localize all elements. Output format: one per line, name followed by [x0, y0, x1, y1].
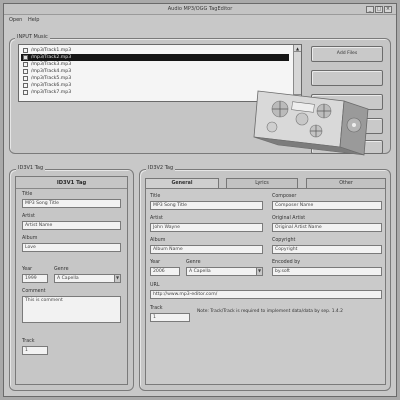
v2-url-label: URL: [150, 283, 160, 288]
list-item[interactable]: /mp3/Track1.mp3: [21, 47, 289, 54]
input-music-label: INPUT Music: [15, 34, 50, 40]
checkbox[interactable]: [23, 55, 28, 60]
tab-general[interactable]: General: [145, 178, 219, 188]
v2-album-label: Album: [150, 238, 166, 243]
v2-orig-artist-label: Original Artist: [272, 216, 306, 221]
v2-encoded-field[interactable]: by.soft: [272, 267, 382, 276]
v2-title-label: Title: [150, 194, 161, 199]
app-window: Audio MP3/OGG TagEditor _ □ × Open Help …: [3, 3, 397, 397]
v2-orig-artist-field[interactable]: Original Artist Name: [272, 223, 382, 232]
tab-lyrics[interactable]: Lyrics: [226, 178, 298, 188]
v1-genre-label: Genre: [54, 267, 69, 272]
close-button[interactable]: ×: [384, 6, 392, 13]
list-item-selected[interactable]: /mp3/Track2.mp3: [21, 54, 289, 61]
v2-year-label: Year: [150, 260, 161, 265]
v1-album-field[interactable]: Love: [22, 243, 121, 252]
v1-comment-label: Comment: [22, 289, 46, 294]
minimize-button[interactable]: _: [366, 6, 374, 13]
id3v1-group-label: ID3V1 Tag: [16, 165, 46, 171]
title-bar: Audio MP3/OGG TagEditor _ □ ×: [4, 4, 396, 15]
v1-title-label: Title: [22, 192, 33, 197]
list-item[interactable]: /mp3/Track7.mp3: [21, 89, 289, 96]
list-item[interactable]: /mp3/Track6.mp3: [21, 82, 289, 89]
id3v2-group-label: ID3V2 Tag: [146, 165, 176, 171]
menu-open[interactable]: Open: [9, 17, 22, 23]
v2-composer-field[interactable]: Composer Name: [272, 201, 382, 210]
v1-comment-field[interactable]: This is comment: [22, 296, 121, 323]
v1-album-label: Album: [22, 236, 38, 241]
menu-help[interactable]: Help: [28, 17, 39, 23]
tab-other[interactable]: Other: [306, 178, 386, 188]
add-files-button[interactable]: Add Files: [311, 46, 383, 62]
v2-genre-select[interactable]: A Capella ▼: [186, 267, 263, 276]
v1-title-field[interactable]: MP3 Song Title: [22, 199, 121, 208]
v2-track-note: Note: Track/Track is required to impleme…: [197, 309, 343, 314]
v2-track-label: Track: [150, 306, 163, 311]
v2-url-field[interactable]: http://www.mp3-editor.com/: [150, 290, 382, 299]
v1-genre-select[interactable]: A Capella ▼: [54, 274, 121, 283]
v1-artist-field[interactable]: Artist Name: [22, 221, 121, 230]
action-button-2[interactable]: [311, 70, 383, 86]
v2-genre-label: Genre: [186, 260, 201, 265]
v1-year-label: Year: [22, 267, 33, 272]
v2-artist-label: Artist: [150, 216, 163, 221]
v2-copyright-label: Copyright: [272, 238, 296, 243]
list-item[interactable]: /mp3/Track4.mp3: [21, 68, 289, 75]
v2-artist-field[interactable]: John Wayne: [150, 223, 263, 232]
tab-panel-general: [145, 188, 386, 385]
window-title: Audio MP3/OGG TagEditor: [167, 6, 233, 12]
software-box-icon: [253, 90, 369, 156]
chevron-down-icon[interactable]: ▼: [256, 268, 262, 275]
checkbox[interactable]: [23, 62, 28, 67]
menu-bar: Open Help: [4, 15, 396, 25]
v2-encoded-label: Encoded by: [272, 260, 301, 265]
list-item[interactable]: /mp3/Track5.mp3: [21, 75, 289, 82]
product-box-image: [250, 89, 375, 167]
v2-composer-label: Composer: [272, 194, 297, 199]
id3v1-header: ID3V1 Tag: [16, 177, 127, 189]
maximize-button[interactable]: □: [375, 6, 383, 13]
scroll-up-icon[interactable]: ▲: [294, 45, 301, 52]
checkbox[interactable]: [23, 69, 28, 74]
list-item[interactable]: /mp3/Track3.mp3: [21, 61, 289, 68]
checkbox[interactable]: [23, 48, 28, 53]
v1-year-field[interactable]: 1999: [22, 274, 48, 283]
chevron-down-icon[interactable]: ▼: [114, 275, 120, 282]
checkbox[interactable]: [23, 83, 28, 88]
checkbox[interactable]: [23, 90, 28, 95]
v1-artist-label: Artist: [22, 214, 35, 219]
v1-track-label: Track: [22, 339, 35, 344]
v1-track-field[interactable]: 1: [22, 346, 48, 355]
v2-copyright-field[interactable]: Copyright: [272, 245, 382, 254]
v2-title-field[interactable]: MP3 Song Title: [150, 201, 263, 210]
v2-album-field[interactable]: Album Name: [150, 245, 263, 254]
v2-year-field[interactable]: 2006: [150, 267, 180, 276]
checkbox[interactable]: [23, 76, 28, 81]
v2-track-field[interactable]: 1: [150, 313, 190, 322]
